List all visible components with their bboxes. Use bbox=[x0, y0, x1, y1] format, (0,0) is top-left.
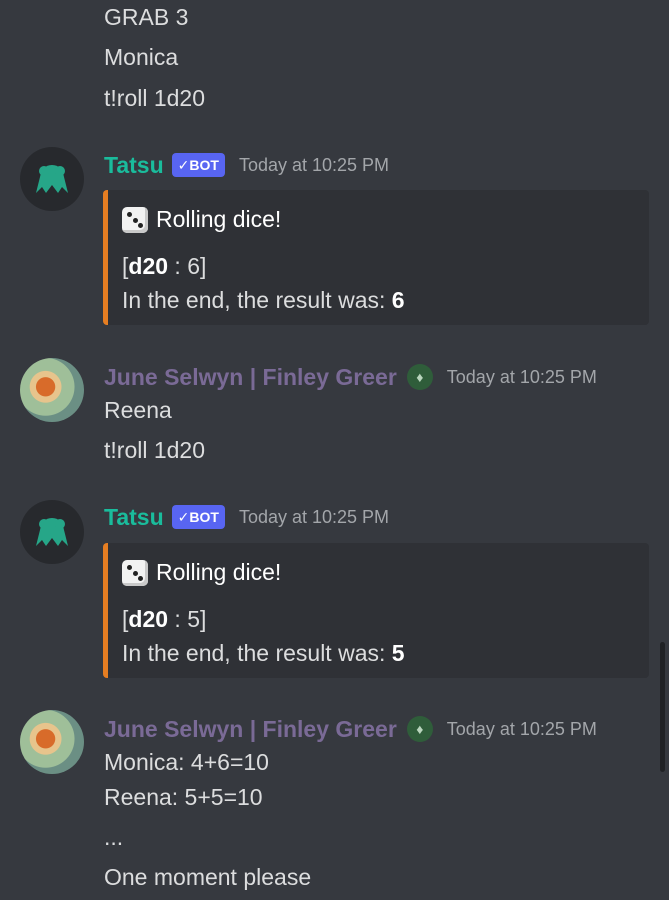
dice-roll-embed: Rolling dice! [d20 : 6] In the end, the … bbox=[103, 190, 649, 325]
tatsu-logo-icon bbox=[36, 518, 68, 546]
message-line: ... bbox=[104, 824, 124, 850]
roll-detail: [d20 : 6] bbox=[122, 253, 207, 279]
author-name[interactable]: June Selwyn | Finley Greer bbox=[104, 364, 397, 391]
roll-detail: [d20 : 5] bbox=[122, 606, 207, 632]
scrollbar-thumb[interactable] bbox=[660, 642, 665, 772]
embed-title-text: Rolling dice! bbox=[156, 559, 282, 585]
author-name[interactable]: Tatsu bbox=[104, 152, 164, 179]
roll-result: In the end, the result was: 6 bbox=[122, 287, 405, 313]
roll-result: In the end, the result was: 5 bbox=[122, 640, 405, 666]
message-line: Reena: 5+5=10 bbox=[104, 784, 263, 810]
message-line: GRAB 3 bbox=[104, 4, 189, 30]
embed-title: Rolling dice! bbox=[122, 559, 281, 586]
tatsu-logo-icon bbox=[36, 165, 68, 193]
author-name[interactable]: June Selwyn | Finley Greer bbox=[104, 716, 397, 743]
message-header: June Selwyn | Finley Greer ♦ Today at 10… bbox=[104, 362, 597, 392]
message-timestamp: Today at 10:25 PM bbox=[238, 506, 390, 527]
message-timestamp: Today at 10:25 PM bbox=[238, 154, 390, 175]
tatsu-avatar[interactable] bbox=[20, 500, 84, 564]
dice-roll-embed: Rolling dice! [d20 : 5] In the end, the … bbox=[103, 543, 649, 678]
june-selwyn-avatar[interactable] bbox=[20, 710, 84, 774]
chat-message-list: GRAB 3 Monica t!roll 1d20 Tatsu ✓BOT Tod… bbox=[0, 0, 669, 900]
slytherin-badge-icon: ♦ bbox=[406, 364, 433, 390]
message-line: Reena bbox=[104, 397, 172, 423]
message-header: Tatsu ✓BOT Today at 10:25 PM bbox=[104, 502, 389, 532]
bot-tag: ✓BOT bbox=[171, 153, 225, 177]
message-timestamp: Today at 10:25 PM bbox=[446, 718, 597, 739]
dice-icon bbox=[122, 559, 148, 586]
message-line: t!roll 1d20 bbox=[104, 437, 206, 463]
message-line: Monica: 4+6=10 bbox=[104, 749, 269, 775]
message-line: One moment please bbox=[104, 864, 312, 890]
bot-tag: ✓BOT bbox=[171, 505, 225, 529]
message-header: June Selwyn | Finley Greer ♦ Today at 10… bbox=[104, 714, 597, 744]
message-line: t!roll 1d20 bbox=[104, 85, 206, 111]
message-timestamp: Today at 10:25 PM bbox=[446, 366, 597, 387]
embed-title: Rolling dice! bbox=[122, 206, 281, 233]
dice-icon bbox=[122, 206, 148, 233]
slytherin-badge-icon: ♦ bbox=[406, 716, 433, 742]
embed-title-text: Rolling dice! bbox=[156, 206, 282, 232]
tatsu-avatar[interactable] bbox=[20, 147, 84, 211]
message-header: Tatsu ✓BOT Today at 10:25 PM bbox=[104, 150, 389, 180]
author-name[interactable]: Tatsu bbox=[104, 504, 164, 531]
june-selwyn-avatar[interactable] bbox=[20, 358, 84, 422]
message-line: Monica bbox=[104, 44, 179, 70]
